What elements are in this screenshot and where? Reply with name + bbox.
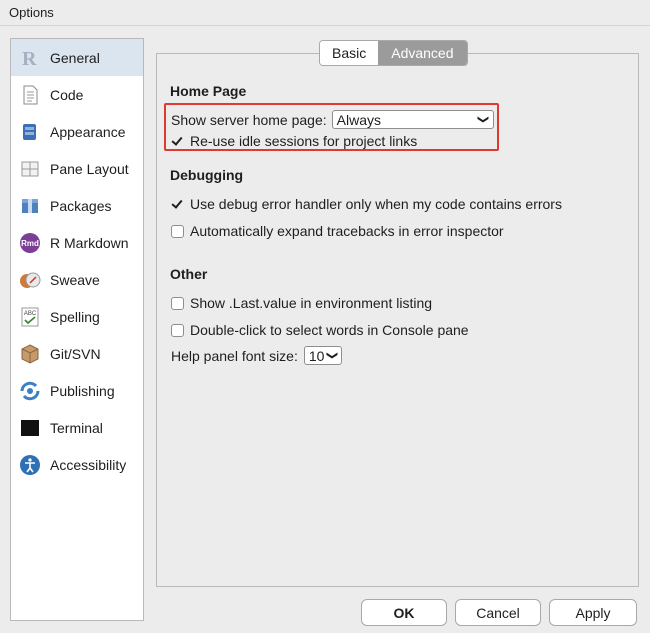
tab-advanced[interactable]: Advanced [378, 41, 467, 65]
code-document-icon [19, 84, 41, 106]
packages-icon [19, 195, 41, 217]
section-title-home-page: Home Page [170, 83, 247, 99]
sidebar-item-code[interactable]: Code [11, 76, 143, 113]
chevron-down-icon: ❯ [325, 350, 338, 361]
r-logo-icon: R [19, 47, 41, 69]
abc-icon-text: ABC [24, 311, 37, 317]
chevron-down-icon: ❯ [477, 114, 490, 125]
last-value-label: Show .Last.value in environment listing [190, 295, 433, 311]
debug-handler-label: Use debug error handler only when my cod… [190, 196, 562, 212]
sidebar-item-pane-layout[interactable]: Pane Layout [11, 150, 143, 187]
sidebar-item-label: Pane Layout [50, 160, 129, 177]
help-font-label: Help panel font size: [171, 347, 298, 364]
reuse-sessions-label: Re-use idle sessions for project links [190, 133, 418, 149]
sidebar-item-packages[interactable]: Packages [11, 187, 143, 224]
accessibility-icon [19, 454, 41, 476]
section-title-other: Other [170, 266, 208, 282]
publishing-icon [19, 380, 41, 402]
help-font-value: 10 [308, 347, 325, 364]
sidebar-item-general[interactable]: R General [11, 39, 143, 76]
double-click-row: Double-click to select words in Console … [171, 322, 469, 338]
pane-layout-icon [19, 158, 41, 180]
sidebar-item-label: General [50, 49, 100, 66]
debug-handler-row: Use debug error handler only when my cod… [171, 196, 562, 212]
sweave-icon [19, 269, 41, 291]
sidebar-item-label: Terminal [50, 419, 103, 436]
rmd-icon-text: Rmd [21, 239, 39, 248]
sidebar-item-publishing[interactable]: Publishing [11, 372, 143, 409]
server-home-value: Always [336, 111, 381, 128]
sidebar-item-git-svn[interactable]: Git/SVN [11, 335, 143, 372]
expand-tracebacks-label: Automatically expand tracebacks in error… [190, 223, 504, 239]
last-value-row: Show .Last.value in environment listing [171, 295, 432, 311]
sidebar-item-r-markdown[interactable]: Rmd R Markdown [11, 224, 143, 261]
svg-text:R: R [22, 48, 37, 69]
cancel-button[interactable]: Cancel [455, 599, 541, 626]
window-title: Options [0, 0, 650, 26]
double-click-label: Double-click to select words in Console … [190, 322, 469, 338]
reuse-sessions-row: Re-use idle sessions for project links [171, 133, 417, 149]
sidebar-item-label: Publishing [50, 382, 115, 399]
sidebar-item-label: R Markdown [50, 234, 129, 251]
ok-button[interactable]: OK [361, 599, 447, 626]
section-title-debugging: Debugging [170, 167, 244, 183]
debug-handler-checkbox[interactable] [171, 198, 184, 211]
sidebar-item-label: Packages [50, 197, 112, 214]
server-home-select[interactable]: Always ❯ [331, 110, 494, 129]
options-sidebar: R General Code Appearance Pane Layout Pa… [10, 38, 144, 621]
spelling-icon: ABC [19, 306, 41, 328]
help-font-row: Help panel font size: 10 ❯ [171, 346, 342, 365]
last-value-checkbox[interactable] [171, 296, 184, 310]
expand-tracebacks-checkbox[interactable] [171, 224, 184, 238]
sidebar-item-label: Git/SVN [50, 345, 101, 362]
sidebar-item-label: Sweave [50, 271, 100, 288]
reuse-sessions-checkbox[interactable] [171, 135, 184, 148]
tab-basic[interactable]: Basic [320, 41, 379, 65]
sidebar-item-label: Appearance [50, 123, 126, 140]
sidebar-item-appearance[interactable]: Appearance [11, 113, 143, 150]
apply-button[interactable]: Apply [549, 599, 637, 626]
double-click-checkbox[interactable] [171, 323, 184, 337]
sidebar-item-sweave[interactable]: Sweave [11, 261, 143, 298]
sidebar-item-spelling[interactable]: ABC Spelling [11, 298, 143, 335]
git-svn-icon [19, 343, 41, 365]
rmarkdown-icon: Rmd [19, 232, 41, 254]
sidebar-item-label: Spelling [50, 308, 100, 325]
sidebar-item-label: Code [50, 86, 84, 103]
tab-bar: Basic Advanced [319, 40, 468, 66]
terminal-icon [19, 417, 41, 439]
sidebar-item-terminal[interactable]: Terminal [11, 409, 143, 446]
paint-bucket-icon [19, 121, 41, 143]
expand-tracebacks-row: Automatically expand tracebacks in error… [171, 223, 504, 239]
sidebar-item-label: Accessibility [50, 456, 127, 473]
sidebar-item-accessibility[interactable]: Accessibility [11, 446, 143, 483]
server-home-label: Show server home page: [171, 111, 327, 128]
help-font-select[interactable]: 10 ❯ [303, 346, 342, 365]
server-home-row: Show server home page: Always ❯ [171, 110, 494, 129]
